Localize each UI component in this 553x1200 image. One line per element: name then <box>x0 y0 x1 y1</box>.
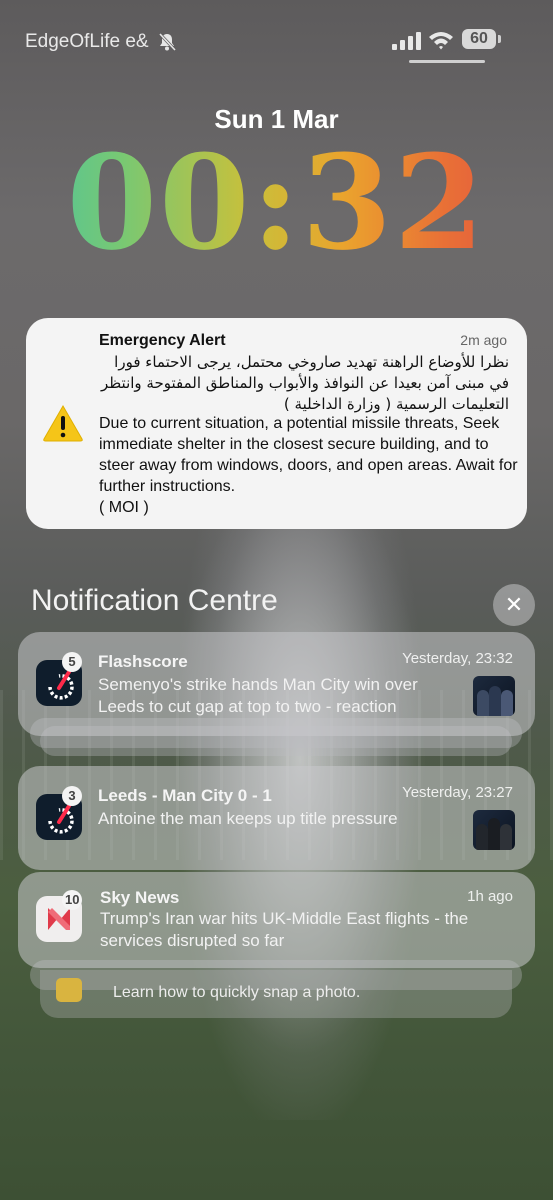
notification-body: Trump's Iran war hits UK-Middle East fli… <box>100 909 469 950</box>
notification-count-badge: 5 <box>62 652 82 672</box>
camera-tips-icon <box>56 978 82 1002</box>
lock-clock: 00:32 <box>0 128 553 278</box>
alert-english-body: Due to current situation, a potential mi… <box>99 415 518 495</box>
alert-time: 2m ago <box>460 332 507 348</box>
status-indicator-line <box>409 60 485 63</box>
alert-title: Emergency Alert <box>99 332 226 349</box>
carrier-label: EdgeOfLife e& <box>25 31 149 52</box>
notification-card[interactable]: 3 Leeds - Man City 0 - 1 Yesterday, 23:2… <box>18 766 535 870</box>
notification-stack-peek[interactable]: Learn how to quickly snap a photo. <box>40 970 512 1018</box>
carrier-name: EdgeOfLife e& <box>25 31 177 53</box>
notification-time: Yesterday, 23:32 <box>402 650 513 667</box>
signal-icon <box>392 32 421 50</box>
notification-body: Semenyo's strike hands Man City win over… <box>98 675 418 716</box>
notification-card[interactable]: 5 Flashscore Yesterday, 23:32 Semenyo's … <box>18 632 535 736</box>
bell-slash-icon <box>158 32 176 52</box>
notification-thumbnail <box>473 810 515 850</box>
notification-app-name: Sky News <box>100 888 180 907</box>
emergency-alert-card[interactable]: Emergency Alert 2m ago نظرا للأوضاع الرا… <box>26 318 527 529</box>
battery-level: 60 <box>462 29 496 49</box>
notification-app-name: Flashscore <box>98 652 188 671</box>
notification-thumbnail <box>473 676 515 716</box>
alert-english-text: Due to current situation, a potential mi… <box>99 413 519 518</box>
notification-count-badge: 3 <box>62 786 82 806</box>
close-icon[interactable]: ✕ <box>493 584 535 626</box>
notification-body: Learn how to quickly snap a photo. <box>113 984 361 1001</box>
warning-triangle-icon <box>43 404 83 442</box>
notification-centre-title: Notification Centre <box>31 584 278 617</box>
alert-signature: ( MOI ) <box>99 499 149 516</box>
battery-tip <box>498 35 501 43</box>
notification-time: 1h ago <box>467 888 513 905</box>
wifi-icon <box>429 32 453 50</box>
notification-time: Yesterday, 23:27 <box>402 784 513 801</box>
alert-arabic-text: نظرا للأوضاع الراهنة تهديد صاروخي محتمل،… <box>100 353 509 413</box>
notification-body: Antoine the man keeps up title pressure <box>98 809 398 828</box>
battery-icon: 60 <box>462 29 502 51</box>
notification-card[interactable]: 10 Sky News 1h ago Trump's Iran war hits… <box>18 872 535 968</box>
notification-app-name: Leeds - Man City 0 - 1 <box>98 786 272 805</box>
status-bar: EdgeOfLife e& 60 <box>0 0 553 80</box>
